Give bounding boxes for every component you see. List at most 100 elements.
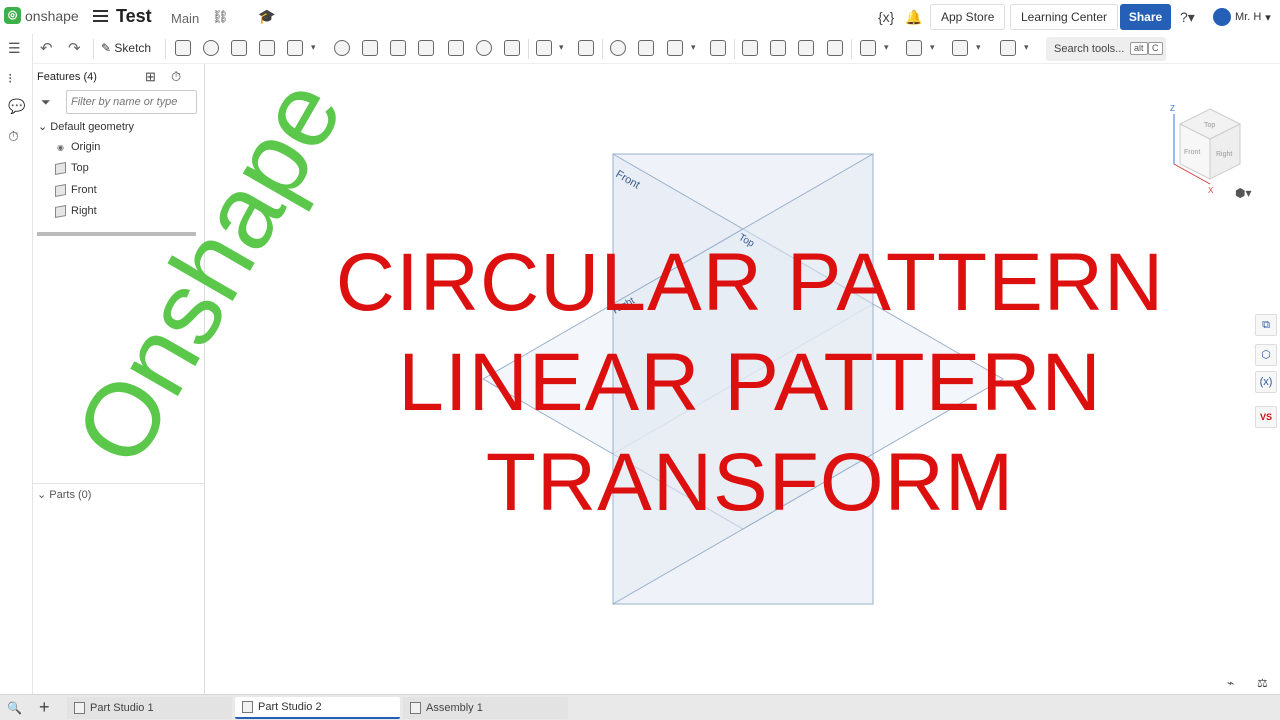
undo-icon[interactable]: ↶: [40, 39, 53, 57]
left-rail: ☰ ⁝ 💬 ⏱: [0, 34, 33, 694]
chevron-down-icon: ⌄: [38, 121, 48, 133]
tree-item-top[interactable]: Top: [55, 161, 89, 175]
tree-item-label: Top: [71, 162, 89, 174]
chamfer-icon[interactable]: [362, 40, 378, 56]
branch-label[interactable]: Main: [171, 11, 199, 26]
chevron-down-icon[interactable]: ▾: [976, 42, 981, 53]
draft-icon[interactable]: [390, 40, 406, 56]
comments-icon[interactable]: 💬: [8, 98, 25, 115]
feature-filter-input[interactable]: [66, 90, 197, 114]
plane-icon[interactable]: [860, 40, 876, 56]
rollback-timer-icon[interactable]: ⏱: [171, 69, 181, 85]
toolbar-divider: [528, 39, 529, 59]
toolbar-divider: [165, 39, 166, 59]
move-face-icon[interactable]: [798, 40, 814, 56]
link-icon[interactable]: ⛓: [212, 9, 229, 25]
tab-part-studio-1[interactable]: Part Studio 1: [67, 697, 232, 719]
view-cube-front-label: Front: [1184, 149, 1200, 156]
view-options-icon[interactable]: ⬢▾: [1235, 186, 1252, 200]
feature-list-icon[interactable]: ☰: [8, 40, 21, 57]
toolbar-divider: [602, 39, 603, 59]
chevron-down-icon: ▾: [1265, 11, 1271, 24]
rib-icon[interactable]: [418, 40, 434, 56]
tree-item-label: Origin: [71, 141, 101, 153]
helix-icon[interactable]: [906, 40, 922, 56]
toolbar-divider: [93, 39, 94, 59]
delete-part-icon[interactable]: [710, 40, 726, 56]
document-title[interactable]: Test: [116, 6, 152, 27]
part-studio-icon: [242, 701, 253, 713]
tree-item-label: Front: [71, 184, 97, 196]
app-store-button[interactable]: App Store: [930, 4, 1006, 30]
loft-icon[interactable]: [259, 40, 275, 56]
parts-label: Parts (0): [49, 489, 92, 501]
add-tab-button[interactable]: +: [39, 697, 50, 718]
notifications-bell-icon[interactable]: 🔔: [905, 9, 922, 26]
tab-assembly-1[interactable]: Assembly 1: [403, 697, 568, 719]
transform-icon[interactable]: [667, 40, 683, 56]
help-icon[interactable]: ?▾: [1180, 9, 1195, 26]
z-axis-label: Z: [1170, 104, 1175, 113]
overlay-title-line-2: LINEAR PATTERN: [398, 337, 1102, 428]
learning-center-button[interactable]: Learning Center: [1010, 4, 1119, 30]
chevron-down-icon[interactable]: ▾: [884, 42, 889, 53]
plane-icon: [55, 183, 66, 197]
thicken-icon[interactable]: [287, 40, 303, 56]
tab-label: Part Studio 2: [258, 701, 322, 713]
stopwatch-icon[interactable]: ⏱: [8, 128, 19, 145]
default-geometry-label: Default geometry: [50, 121, 135, 133]
tree-item-label: Right: [71, 205, 97, 217]
boolean-icon[interactable]: [610, 40, 626, 56]
sketch-button[interactable]: ✎ Sketch: [101, 41, 151, 55]
replace-face-icon[interactable]: [827, 40, 843, 56]
tab-part-studio-2[interactable]: Part Studio 2: [235, 697, 400, 719]
hole-icon[interactable]: [476, 40, 492, 56]
chevron-down-icon[interactable]: ▾: [311, 42, 316, 53]
parts-node[interactable]: ⌄ Parts (0): [37, 488, 91, 501]
origin-icon: ◉: [57, 142, 64, 152]
shell-icon[interactable]: [448, 40, 464, 56]
sheet-metal-icon[interactable]: [952, 40, 968, 56]
onshape-logo[interactable]: ◎ onshape: [4, 7, 79, 24]
chevron-down-icon[interactable]: ▾: [559, 42, 564, 53]
fillet-icon[interactable]: [334, 40, 350, 56]
instances-icon[interactable]: ⁝: [8, 70, 12, 87]
chevron-down-icon[interactable]: ▾: [691, 42, 696, 53]
chevron-down-icon[interactable]: ▾: [1024, 42, 1029, 53]
tree-item-origin[interactable]: ◉ Origin: [55, 141, 100, 153]
onshape-logo-icon: ◎: [4, 7, 21, 24]
toolbar-divider: [851, 39, 852, 59]
tab-search-icon[interactable]: 🔍: [7, 701, 22, 715]
graduation-cap-icon[interactable]: 🎓: [258, 8, 275, 25]
extrude-icon[interactable]: [175, 40, 191, 56]
user-menu[interactable]: Mr. H ▾: [1213, 8, 1271, 26]
shortcut-key: C: [1148, 42, 1163, 55]
toolbar-divider: [734, 39, 735, 59]
tree-item-right[interactable]: Right: [55, 204, 97, 218]
default-geometry-node[interactable]: ⌄ Default geometry: [38, 120, 134, 133]
pattern-icon[interactable]: [536, 40, 552, 56]
custom-features-icon[interactable]: [1000, 40, 1016, 56]
view-cube-top-label: Top: [1204, 122, 1215, 129]
cylinder-icon[interactable]: [504, 40, 520, 56]
modify-fillet-icon[interactable]: [742, 40, 758, 56]
chevron-down-icon: ⌄: [37, 489, 47, 501]
chevron-down-icon[interactable]: ▾: [930, 42, 935, 53]
delete-face-icon[interactable]: [770, 40, 786, 56]
view-cube-right-label: Right: [1216, 151, 1232, 158]
measure-icon[interactable]: ⌁: [1227, 676, 1234, 690]
menu-icon[interactable]: [93, 10, 108, 23]
variables-icon[interactable]: {x}: [878, 9, 894, 25]
redo-icon[interactable]: ↷: [68, 39, 81, 57]
search-tools-button[interactable]: Search tools... alt C: [1046, 37, 1166, 61]
top-bar: ◎ onshape Test Main ⛓ 🎓 {x} 🔔 App Store …: [0, 0, 1280, 34]
split-icon[interactable]: [638, 40, 654, 56]
tree-item-front[interactable]: Front: [55, 183, 97, 197]
scale-icon[interactable]: ⚖: [1257, 676, 1268, 690]
user-name: Mr. H: [1235, 11, 1262, 23]
share-button[interactable]: Share: [1120, 4, 1171, 30]
sweep-icon[interactable]: [231, 40, 247, 56]
add-feature-folder-icon[interactable]: ⊞: [145, 69, 156, 85]
mirror-icon[interactable]: [578, 40, 594, 56]
revolve-icon[interactable]: [203, 40, 219, 56]
